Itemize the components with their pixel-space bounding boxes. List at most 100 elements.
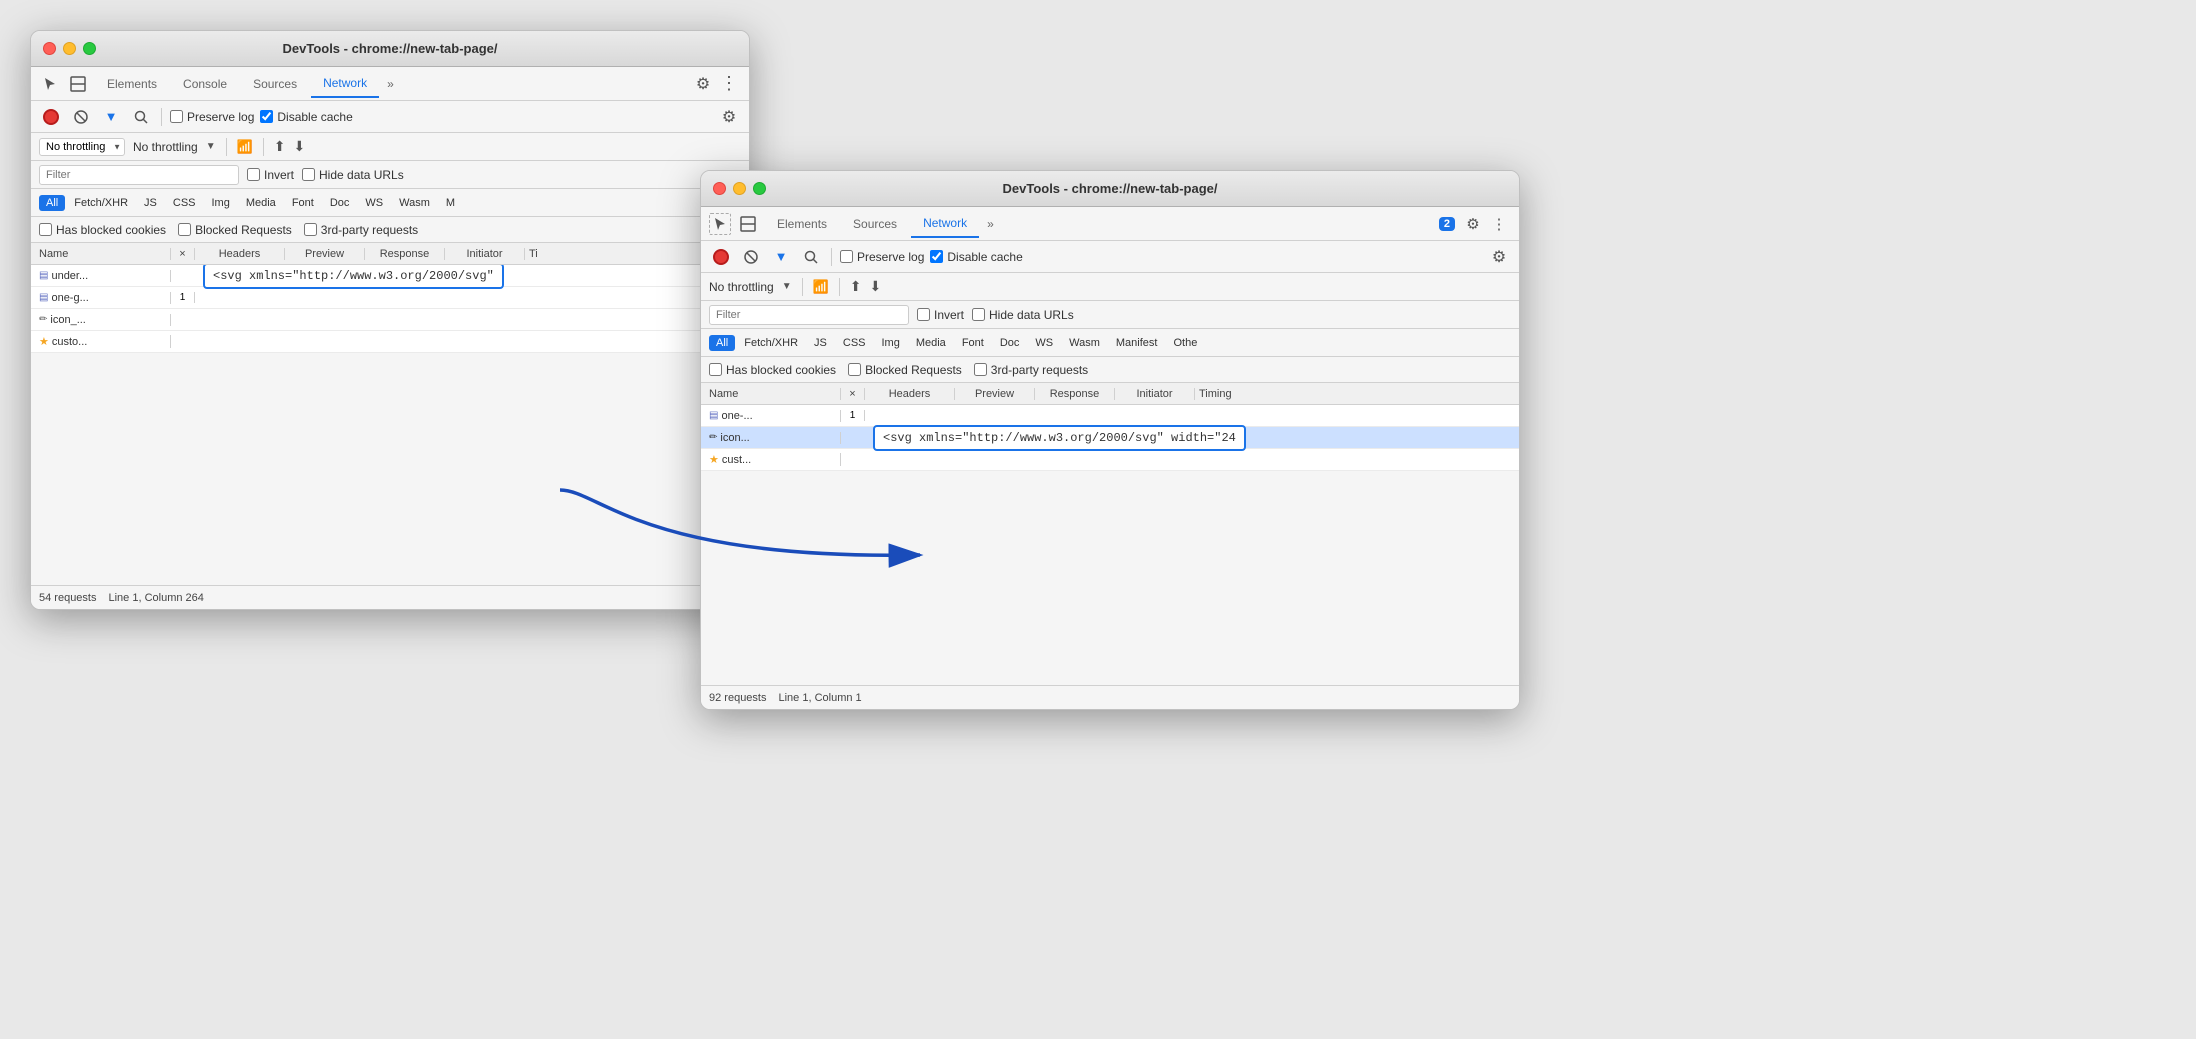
hide-data-checkbox-back[interactable] <box>302 168 315 181</box>
type-css-back[interactable]: CSS <box>166 195 203 211</box>
table-row[interactable]: ★ custo... <box>31 331 749 353</box>
preserve-log-back[interactable]: Preserve log <box>170 110 254 124</box>
col-headers-front[interactable]: Headers <box>865 388 955 400</box>
tab-more-back[interactable]: » <box>381 73 400 95</box>
invert-checkbox-back[interactable] <box>247 168 260 181</box>
col-response-front[interactable]: Response <box>1035 388 1115 400</box>
search-button-back[interactable] <box>129 105 153 129</box>
table-row[interactable]: ▤ under... <svg xmlns="http://www.w3.org… <box>31 265 749 287</box>
blocked-requests-front[interactable]: Blocked Requests <box>848 363 962 377</box>
hide-data-urls-back[interactable]: Hide data URLs <box>302 168 404 182</box>
type-font-front[interactable]: Font <box>955 335 991 351</box>
blocked-requests-back[interactable]: Blocked Requests <box>178 223 292 237</box>
table-row[interactable]: ✏ icon_... <box>31 309 749 331</box>
col-name-back[interactable]: Name <box>31 248 171 260</box>
tab-sources-back[interactable]: Sources <box>241 71 309 97</box>
third-party-back[interactable]: 3rd-party requests <box>304 223 418 237</box>
dock-icon-front[interactable] <box>737 213 759 235</box>
type-more-back[interactable]: M <box>439 195 462 211</box>
type-all-back[interactable]: All <box>39 195 65 211</box>
col-name-front[interactable]: Name <box>701 388 841 400</box>
search-button-front[interactable] <box>799 245 823 269</box>
type-manifest-front[interactable]: Manifest <box>1109 335 1165 351</box>
type-doc-back[interactable]: Doc <box>323 195 357 211</box>
dock-icon[interactable] <box>67 73 89 95</box>
cursor-icon[interactable] <box>39 73 61 95</box>
type-css-front[interactable]: CSS <box>836 335 873 351</box>
close-button-front[interactable] <box>713 182 726 195</box>
filter-button-front[interactable]: ▼ <box>769 245 793 269</box>
type-media-front[interactable]: Media <box>909 335 953 351</box>
col-initiator-front[interactable]: Initiator <box>1115 388 1195 400</box>
type-doc-front[interactable]: Doc <box>993 335 1027 351</box>
type-other-front[interactable]: Othe <box>1166 335 1204 351</box>
filter-button-back[interactable]: ▼ <box>99 105 123 129</box>
tab-console-back[interactable]: Console <box>171 71 239 97</box>
record-button-front[interactable] <box>709 245 733 269</box>
invert-back[interactable]: Invert <box>247 168 294 182</box>
third-party-checkbox-front[interactable] <box>974 363 987 376</box>
disable-cache-checkbox-back[interactable] <box>260 110 273 123</box>
blocked-requests-checkbox-back[interactable] <box>178 223 191 236</box>
col-response-back[interactable]: Response <box>365 248 445 260</box>
col-preview-back[interactable]: Preview <box>285 248 365 260</box>
type-font-back[interactable]: Font <box>285 195 321 211</box>
disable-cache-back[interactable]: Disable cache <box>260 110 352 124</box>
hide-data-checkbox-front[interactable] <box>972 308 985 321</box>
col-x-front[interactable]: × <box>841 388 865 400</box>
type-all-front[interactable]: All <box>709 335 735 351</box>
blocked-cookies-checkbox-back[interactable] <box>39 223 52 236</box>
more-options-icon-front[interactable]: ⋮ <box>1487 212 1511 236</box>
network-settings-icon-back[interactable]: ⚙ <box>717 105 741 129</box>
tab-elements-front[interactable]: Elements <box>765 211 839 237</box>
tab-more-front[interactable]: » <box>981 213 1000 235</box>
type-js-back[interactable]: JS <box>137 195 164 211</box>
preserve-log-front[interactable]: Preserve log <box>840 250 924 264</box>
settings-icon-front[interactable]: ⚙ <box>1461 212 1485 236</box>
type-ws-back[interactable]: WS <box>358 195 390 211</box>
type-media-back[interactable]: Media <box>239 195 283 211</box>
col-preview-front[interactable]: Preview <box>955 388 1035 400</box>
table-row[interactable]: ✏ icon... <svg xmlns="http://www.w3.org/… <box>701 427 1519 449</box>
third-party-checkbox-back[interactable] <box>304 223 317 236</box>
col-headers-back[interactable]: Headers <box>195 248 285 260</box>
tab-sources-front[interactable]: Sources <box>841 211 909 237</box>
blocked-cookies-front[interactable]: Has blocked cookies <box>709 363 836 377</box>
blocked-cookies-back[interactable]: Has blocked cookies <box>39 223 166 237</box>
maximize-button-front[interactable] <box>753 182 766 195</box>
cursor-icon-front[interactable] <box>709 213 731 235</box>
tab-network-back[interactable]: Network <box>311 70 379 98</box>
blocked-cookies-checkbox-front[interactable] <box>709 363 722 376</box>
col-x-back[interactable]: × <box>171 248 195 260</box>
type-ws-front[interactable]: WS <box>1028 335 1060 351</box>
more-options-icon-back[interactable]: ⋮ <box>717 72 741 96</box>
maximize-button-back[interactable] <box>83 42 96 55</box>
blocked-requests-checkbox-front[interactable] <box>848 363 861 376</box>
invert-checkbox-front[interactable] <box>917 308 930 321</box>
network-settings-icon-front[interactable]: ⚙ <box>1487 245 1511 269</box>
clear-button-back[interactable] <box>69 105 93 129</box>
type-fetch-front[interactable]: Fetch/XHR <box>737 335 805 351</box>
disable-cache-front[interactable]: Disable cache <box>930 250 1022 264</box>
type-img-front[interactable]: Img <box>875 335 907 351</box>
preserve-log-checkbox-back[interactable] <box>170 110 183 123</box>
type-js-front[interactable]: JS <box>807 335 834 351</box>
type-wasm-back[interactable]: Wasm <box>392 195 437 211</box>
settings-icon-back[interactable]: ⚙ <box>691 72 715 96</box>
minimize-button-front[interactable] <box>733 182 746 195</box>
clear-button-front[interactable] <box>739 245 763 269</box>
hide-data-urls-front[interactable]: Hide data URLs <box>972 308 1074 322</box>
col-timing-front[interactable]: Timing <box>1195 388 1519 400</box>
throttle-select-back[interactable]: No throttling <box>39 138 125 156</box>
minimize-button-back[interactable] <box>63 42 76 55</box>
tab-elements-back[interactable]: Elements <box>95 71 169 97</box>
tab-network-front[interactable]: Network <box>911 210 979 238</box>
filter-input-back[interactable] <box>39 165 239 185</box>
type-img-back[interactable]: Img <box>205 195 237 211</box>
type-wasm-front[interactable]: Wasm <box>1062 335 1107 351</box>
type-fetch-back[interactable]: Fetch/XHR <box>67 195 135 211</box>
preserve-log-checkbox-front[interactable] <box>840 250 853 263</box>
invert-front[interactable]: Invert <box>917 308 964 322</box>
disable-cache-checkbox-front[interactable] <box>930 250 943 263</box>
col-initiator-back[interactable]: Initiator <box>445 248 525 260</box>
